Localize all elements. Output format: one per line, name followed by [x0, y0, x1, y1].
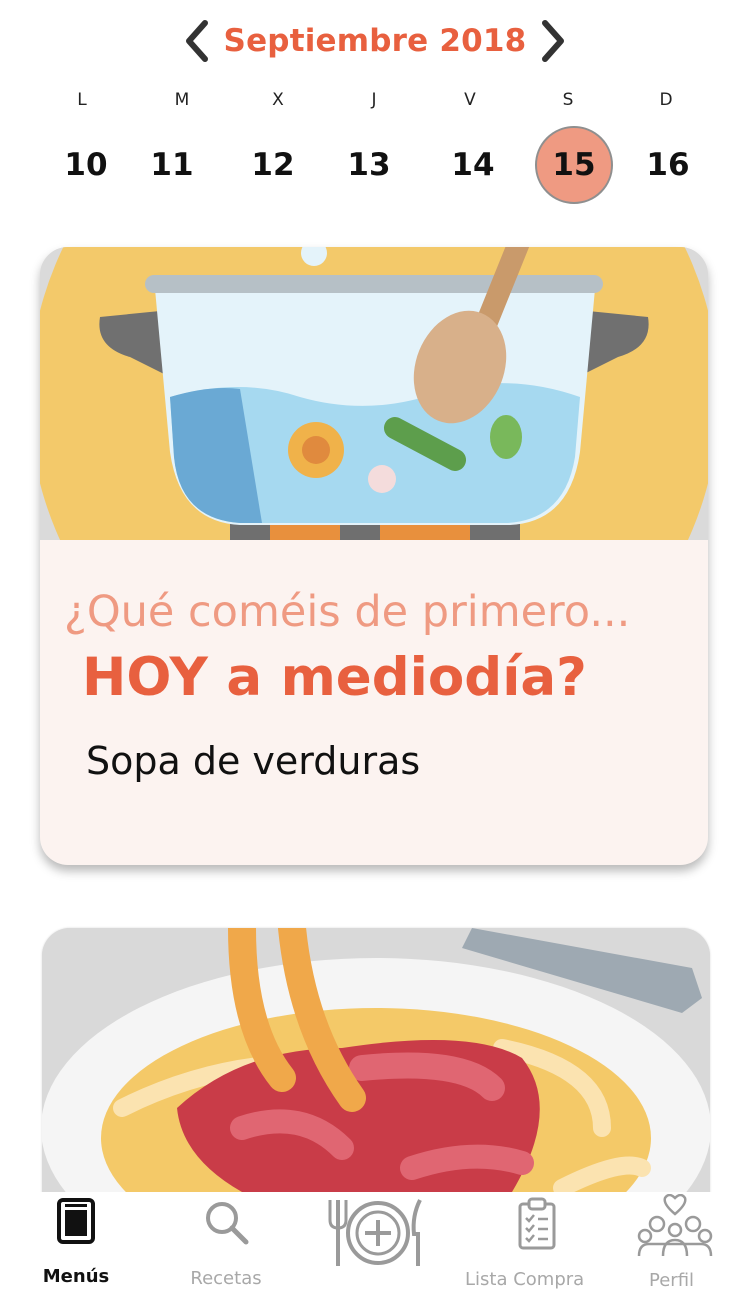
bottom-nav: Menús Recetas Lista Compra Perfil — [0, 1192, 750, 1290]
day-cell[interactable]: 13 — [330, 126, 408, 204]
nav-recetas[interactable]: Recetas — [170, 1192, 282, 1290]
spaghetti-plate-icon — [42, 928, 710, 1290]
nav-recetas-label: Recetas — [190, 1268, 262, 1289]
weekday-label: M — [174, 90, 190, 110]
weekday-label: L — [77, 90, 87, 110]
nav-perfil[interactable]: Perfil — [630, 1192, 720, 1290]
nav-menus[interactable]: Menús — [20, 1192, 132, 1290]
chevron-left-icon — [185, 20, 208, 62]
clipboard-checklist-icon — [518, 1197, 556, 1250]
prev-month-button[interactable] — [176, 14, 216, 68]
add-meal-icon — [328, 1199, 422, 1266]
nav-lista-compra[interactable]: Lista Compra — [462, 1192, 602, 1290]
weekday-label: J — [371, 90, 377, 110]
day-cell-selected[interactable]: 15 — [535, 126, 613, 204]
day-cell[interactable]: 11 — [133, 126, 211, 204]
lunch-question-line1: ¿Qué coméis de primero... — [64, 587, 631, 637]
lunch-card[interactable]: ¿Qué coméis de primero... HOY a mediodía… — [40, 247, 708, 865]
day-cell[interactable]: 14 — [434, 126, 512, 204]
family-profile-icon — [637, 1194, 713, 1257]
day-cell[interactable]: 12 — [234, 126, 312, 204]
next-month-button[interactable] — [534, 14, 574, 68]
weekday-label: S — [562, 90, 574, 110]
lunch-question-line2: HOY a mediodía? — [82, 647, 587, 708]
chevron-right-icon — [542, 20, 565, 62]
weekday-label: X — [272, 90, 284, 110]
nav-add-meal[interactable] — [322, 1192, 428, 1290]
weekday-row: L M X J V S D — [0, 90, 750, 114]
day-cell[interactable]: 10 — [47, 126, 125, 204]
nav-perfil-label: Perfil — [649, 1270, 695, 1290]
day-row: 10 11 12 13 14 15 16 — [0, 126, 750, 206]
day-cell[interactable]: 16 — [629, 126, 707, 204]
nav-lista-compra-label: Lista Compra — [465, 1269, 585, 1290]
lunch-meal-name: Sopa de verduras — [86, 739, 421, 783]
weekday-label: D — [659, 90, 673, 110]
weekday-label: V — [464, 90, 476, 110]
soup-pot-icon — [40, 247, 708, 742]
month-title: Septiembre 2018 — [223, 23, 527, 59]
nav-menus-label: Menús — [42, 1266, 110, 1287]
search-icon — [206, 1202, 249, 1245]
menu-book-icon — [57, 1198, 95, 1244]
month-header: Septiembre 2018 — [0, 14, 750, 68]
